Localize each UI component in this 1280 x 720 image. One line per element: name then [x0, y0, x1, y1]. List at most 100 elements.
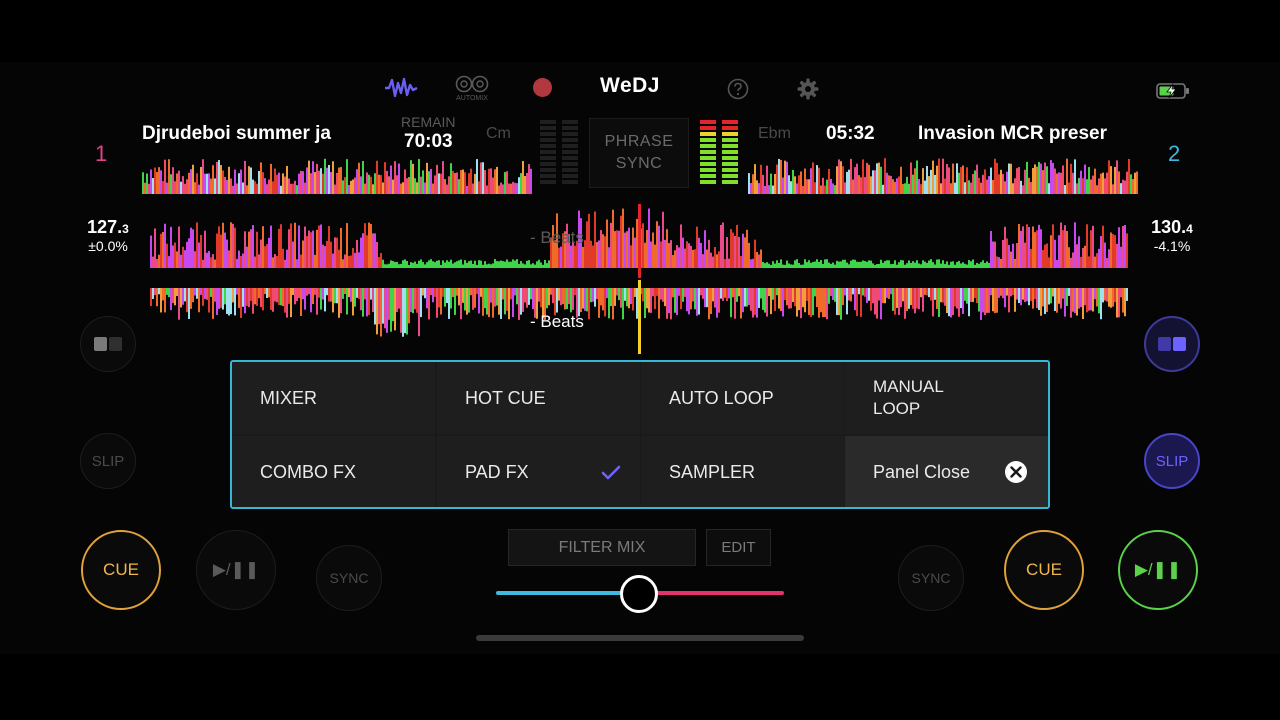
- deck2-sync-button[interactable]: SYNC: [898, 545, 964, 611]
- panel-close-button[interactable]: Panel Close: [845, 436, 1048, 507]
- waveform-bar: [188, 238, 190, 268]
- deck2-play-pause-button[interactable]: ▶/❚❚: [1118, 530, 1198, 610]
- waveform-bar: [396, 288, 398, 313]
- overview-bar: [1032, 168, 1034, 194]
- deck2-track-title[interactable]: Invasion MCR preser: [918, 123, 1134, 145]
- waveform-bar: [926, 262, 928, 268]
- deck1-overview-waveform[interactable]: [142, 156, 532, 194]
- overview-bar: [342, 180, 344, 194]
- help-icon[interactable]: [727, 76, 749, 102]
- waveform-bar: [490, 264, 492, 268]
- overview-bar: [1128, 158, 1130, 194]
- waveform-bar: [978, 288, 980, 312]
- waveform-bar: [896, 264, 898, 268]
- panel-auto-loop-button[interactable]: AUTO LOOP: [641, 362, 844, 434]
- waveform-bar: [702, 288, 704, 299]
- waveform-bar: [924, 288, 926, 295]
- overview-bar: [828, 168, 830, 194]
- waveform-bar: [760, 249, 762, 268]
- waveform-bar: [368, 288, 370, 316]
- deck1-view-toggle-button[interactable]: [80, 316, 136, 372]
- deck2-cue-button[interactable]: CUE: [1004, 530, 1084, 610]
- overview-bar: [1078, 177, 1080, 194]
- waveform-bar: [214, 259, 216, 268]
- deck1-sync-button[interactable]: SYNC: [316, 545, 382, 611]
- waveform-bar: [694, 288, 696, 310]
- panel-manual-loop-button[interactable]: MANUAL LOOP: [845, 362, 1048, 434]
- waveform-bar: [494, 288, 496, 307]
- record-icon[interactable]: [533, 78, 552, 97]
- automix-icon: [455, 75, 489, 92]
- waveform-bar: [1056, 288, 1058, 313]
- waveform-bar: [654, 244, 656, 268]
- panel-pad-fx-button[interactable]: PAD FX: [437, 436, 640, 507]
- waveform-bar: [1022, 226, 1024, 268]
- waveform-bar: [666, 288, 668, 319]
- waveform-bar: [1020, 230, 1022, 268]
- panel-hot-cue-button[interactable]: HOT CUE: [437, 362, 640, 434]
- waveform-bar: [900, 260, 902, 268]
- waveform-bar: [468, 288, 470, 313]
- waveform-bar: [186, 288, 188, 313]
- waveform-bar: [670, 240, 672, 268]
- waveform-bar: [216, 288, 218, 315]
- waveform-bar: [652, 232, 654, 268]
- overview-bar: [178, 170, 180, 194]
- gear-icon[interactable]: [797, 76, 819, 102]
- crossfader-knob[interactable]: [620, 575, 658, 613]
- waveform-bar: [894, 260, 896, 268]
- overview-bar: [984, 169, 986, 194]
- waveform-icon[interactable]: [384, 75, 418, 101]
- panel-combo-fx-button[interactable]: COMBO FX: [232, 436, 435, 507]
- waveform-bar: [846, 262, 848, 268]
- meter-segment: [540, 162, 556, 166]
- waveform-bar: [152, 288, 154, 300]
- overview-bar: [214, 178, 216, 194]
- waveform-bar: [378, 288, 380, 325]
- panel-mixer-button[interactable]: MIXER: [232, 362, 435, 434]
- deck1-cue-button[interactable]: CUE: [81, 530, 161, 610]
- filter-mix-button[interactable]: FILTER MIX: [508, 529, 696, 566]
- waveform-bar: [194, 251, 196, 268]
- edit-button[interactable]: EDIT: [706, 529, 771, 566]
- deck1-slip-button[interactable]: SLIP: [80, 433, 136, 489]
- overview-bar: [902, 184, 904, 194]
- phrase-sync-button[interactable]: PHRASE SYNC: [589, 118, 689, 188]
- overview-bar: [1000, 169, 1002, 194]
- deck2-tempo[interactable]: 130.4 -4.1%: [1142, 217, 1202, 255]
- deck2-slip-button[interactable]: SLIP: [1144, 433, 1200, 489]
- waveform-bar: [632, 227, 634, 268]
- waveform-bar: [344, 288, 346, 295]
- waveform-bar: [998, 288, 1000, 298]
- waveform-bar: [1124, 288, 1126, 317]
- overview-bar: [896, 178, 898, 194]
- panel-sampler-button[interactable]: SAMPLER: [641, 436, 844, 507]
- overview-bar: [226, 179, 228, 194]
- waveform-bar: [614, 231, 616, 268]
- waveform-bar: [582, 246, 584, 268]
- waveform-bar: [764, 288, 766, 313]
- deck1-time[interactable]: 70:03: [404, 131, 453, 153]
- meter-segment: [700, 156, 716, 160]
- waveform-bar: [390, 260, 392, 268]
- deck2-view-toggle-button[interactable]: [1144, 316, 1200, 372]
- deck1-tempo[interactable]: 127.3 ±0.0%: [78, 218, 138, 255]
- waveform-bar: [760, 288, 762, 299]
- deck2-bpm-int: 130.: [1151, 217, 1187, 237]
- overview-bar: [798, 175, 800, 194]
- waveform-bar: [268, 288, 270, 298]
- waveform-bar: [838, 288, 840, 316]
- deck2-overview-waveform[interactable]: [748, 156, 1138, 194]
- deck2-time[interactable]: 05:32: [826, 123, 875, 145]
- waveform-bar: [558, 288, 560, 301]
- overview-bar: [916, 160, 918, 194]
- deck1-track-title[interactable]: Djrudeboi summer ja: [142, 123, 358, 145]
- deck1-play-pause-button[interactable]: ▶/❚❚: [196, 530, 276, 610]
- waveform-bar: [1116, 243, 1118, 268]
- waveform-bar: [988, 262, 990, 268]
- automix-button[interactable]: AUTOMIX: [452, 72, 492, 104]
- waveform-bar: [562, 288, 564, 305]
- waveform-bar: [430, 288, 432, 296]
- waveform-bar: [158, 288, 160, 295]
- waveform-bar: [742, 233, 744, 268]
